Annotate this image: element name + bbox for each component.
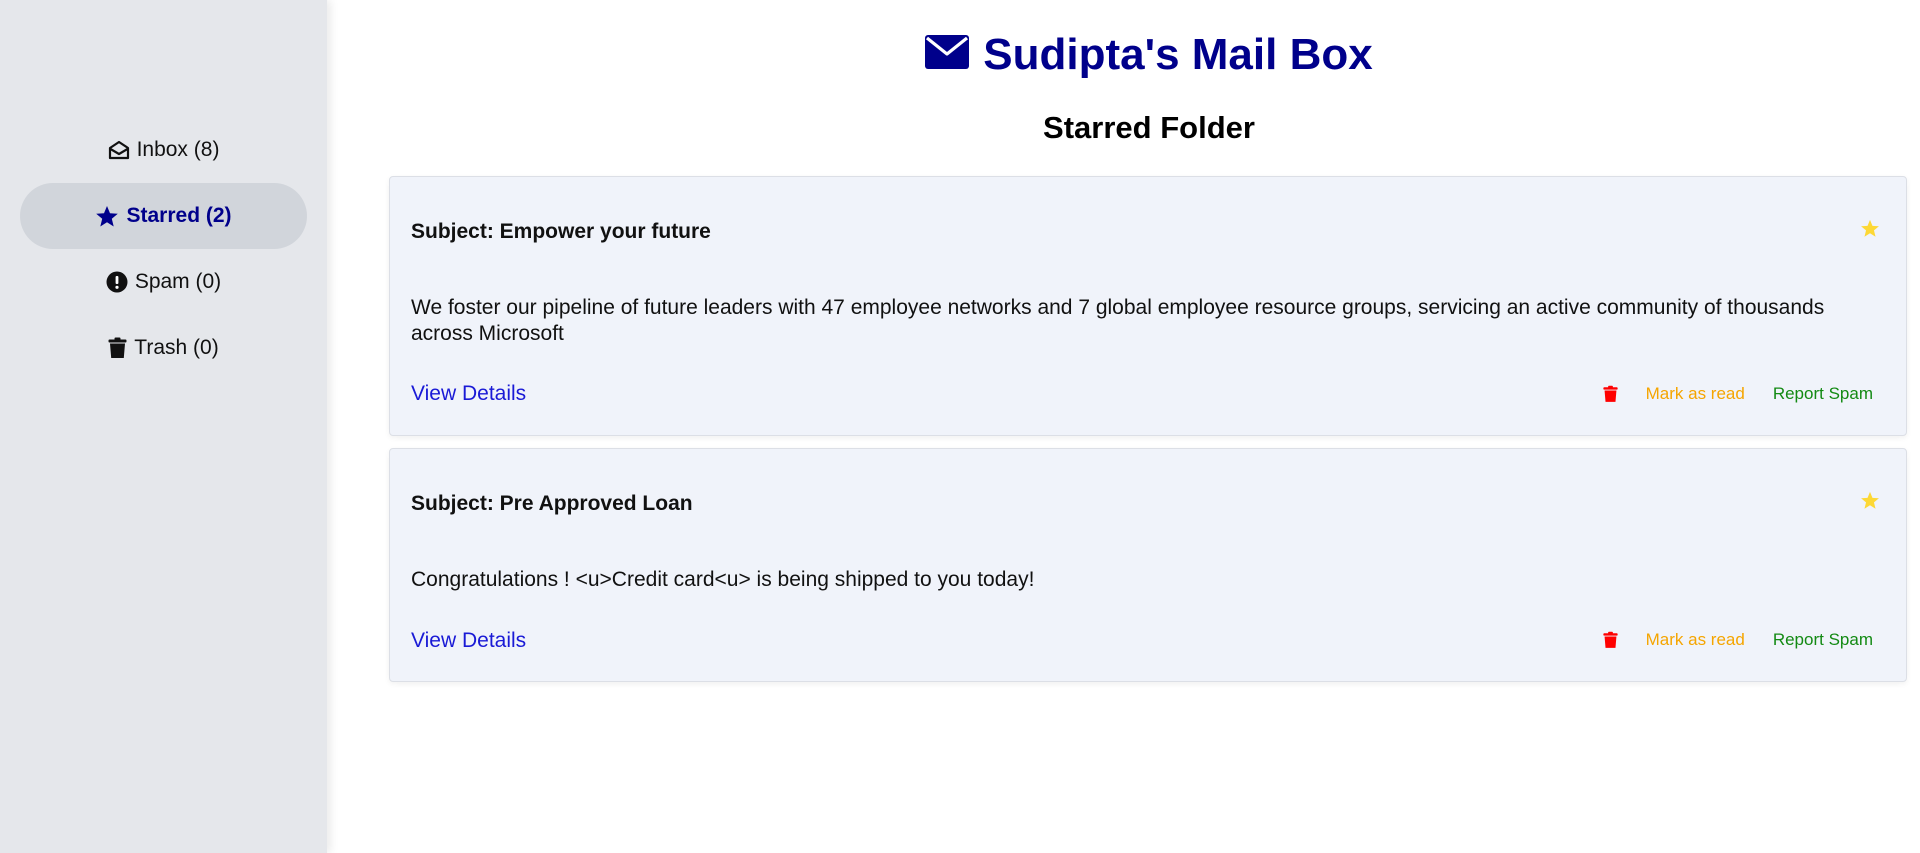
mark-as-read-button[interactable]: Mark as read [1646,630,1745,650]
email-actions: Mark as read Report Spam [1603,384,1873,404]
folder-nav: Inbox (8) Starred (2) Spam (0) Trash (0) [20,117,307,381]
delete-trash-icon[interactable] [1603,385,1618,403]
sidebar-item-starred[interactable]: Starred (2) [20,183,307,249]
trash-icon [108,337,127,359]
star-icon [95,205,119,228]
email-body: Congratulations ! <u>Credit card<u> is b… [411,568,1035,591]
email-subject: Subject: Pre Approved Loan [411,492,693,515]
email-subject: Subject: Empower your future [411,220,711,243]
folder-title: Starred Folder [1043,110,1255,145]
sidebar-item-label: Trash (0) [134,336,219,359]
report-spam-button[interactable]: Report Spam [1773,384,1873,404]
sidebar-item-label: Starred (2) [126,204,232,227]
star-icon[interactable] [1860,219,1880,243]
sidebar-item-spam[interactable]: Spam (0) [20,249,307,315]
page-title: Sudipta's Mail Box [389,30,1909,80]
view-details-link[interactable]: View Details [411,382,526,406]
star-icon[interactable] [1860,491,1880,515]
report-spam-button[interactable]: Report Spam [1773,630,1873,650]
email-card: Subject: Pre Approved Loan Congratulatio… [389,448,1907,682]
mailbox-title-text: Sudipta's Mail Box [983,30,1373,79]
sidebar-item-inbox[interactable]: Inbox (8) [20,117,307,183]
mark-as-read-button[interactable]: Mark as read [1646,384,1745,404]
sidebar: Inbox (8) Starred (2) Spam (0) Trash (0) [0,0,327,853]
sidebar-item-label: Inbox (8) [136,138,220,161]
email-body: We foster our pipeline of future leaders… [411,296,1825,345]
email-card: Subject: Empower your future We foster o… [389,176,1907,436]
view-details-link[interactable]: View Details [411,629,526,653]
envelope-open-icon [108,140,130,160]
exclamation-circle-icon [106,271,128,293]
mail-app: Inbox (8) Starred (2) Spam (0) Trash (0)… [0,0,1920,853]
envelope-icon [925,30,970,80]
sidebar-item-trash[interactable]: Trash (0) [20,315,307,381]
sidebar-item-label: Spam (0) [134,270,222,293]
delete-trash-icon[interactable] [1603,631,1618,649]
email-actions: Mark as read Report Spam [1603,630,1873,650]
